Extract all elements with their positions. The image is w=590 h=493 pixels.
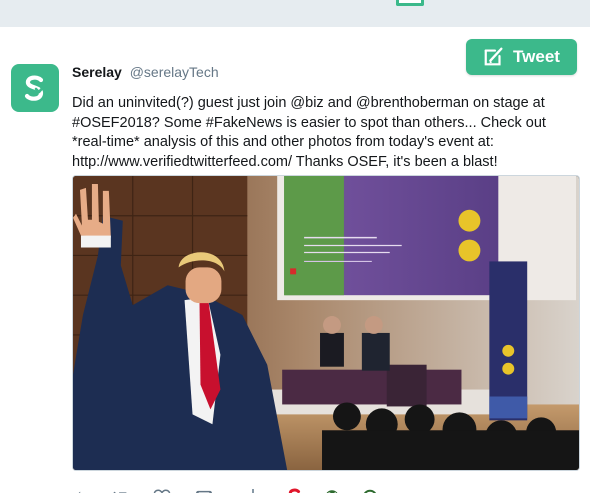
avatar[interactable]: [11, 64, 59, 112]
tweet-header: Serelay @serelayTech: [72, 64, 219, 80]
author-name[interactable]: Serelay: [72, 64, 122, 80]
compose-icon: [484, 47, 503, 66]
retweet-button[interactable]: [110, 487, 130, 493]
serelay-verify-button[interactable]: [284, 487, 304, 493]
tweet-button-label: Tweet: [513, 47, 560, 66]
tweet-actions: [72, 487, 572, 493]
retweet-icon: [113, 491, 127, 493]
globe-icon: [326, 490, 338, 493]
clock-button[interactable]: [360, 487, 380, 493]
like-button[interactable]: [152, 487, 172, 493]
actions-divider: [252, 489, 254, 493]
author-handle[interactable]: @serelayTech: [130, 64, 219, 80]
reply-icon: [78, 491, 81, 493]
tweet-text: Did an uninvited(?) guest just join @biz…: [72, 95, 546, 170]
top-bar-tab-edge: [396, 0, 424, 6]
direct-message-button[interactable]: [194, 487, 214, 493]
globe-button[interactable]: [322, 487, 342, 493]
tweet-photo[interactable]: [72, 175, 580, 471]
clock-icon: [363, 489, 377, 493]
like-icon: [153, 489, 171, 493]
serelay-logo-icon: [24, 75, 47, 101]
tweet-card: Tweet Serelay @serelayTech Did an uninvi…: [0, 26, 590, 493]
photo-image: [73, 176, 579, 470]
tweet-button[interactable]: Tweet: [466, 39, 577, 75]
reply-button[interactable]: [72, 487, 92, 493]
top-bar: [0, 0, 590, 26]
serelay-icon: [288, 488, 301, 493]
dm-icon: [196, 490, 212, 493]
